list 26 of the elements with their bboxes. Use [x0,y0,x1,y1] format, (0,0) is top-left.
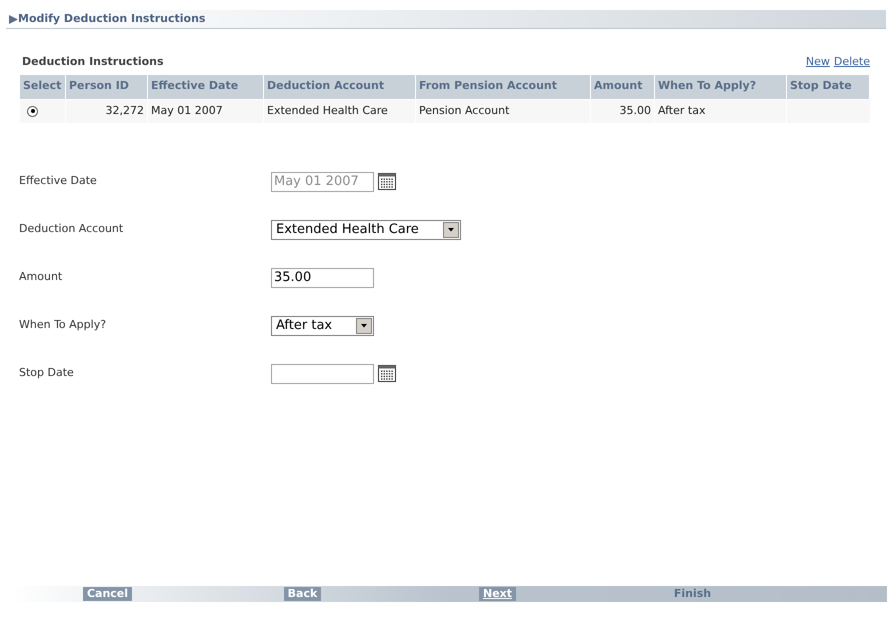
field-label: When To Apply? [18,317,108,334]
field-label: Amount [18,269,64,286]
dropdown[interactable]: After tax [271,316,374,336]
table-cell: Pension Account [416,100,591,122]
field-label: Stop Date [18,365,75,382]
table-link[interactable]: Delete [834,54,870,70]
table-cell: 32,272 [66,100,148,122]
table-cell: After tax [655,100,787,122]
table-link[interactable]: New [806,54,830,70]
dropdown[interactable]: Extended Health Care [271,220,461,240]
calendar-icon[interactable] [378,173,396,190]
radio-button[interactable] [27,106,38,116]
calendar-icon[interactable] [378,365,396,382]
date-field[interactable] [271,364,374,384]
text-field[interactable]: 35.00 [271,268,374,288]
page-title: Modify Deduction Instructions [18,10,206,27]
field-label: Deduction Account [18,221,124,238]
wizard-button[interactable]: Back [284,587,322,601]
section-title: Deduction Instructions [21,54,164,70]
table-cell: May 01 2007 [148,100,264,122]
triangle-icon [9,14,18,24]
wizard-button[interactable]: Next [478,587,516,601]
table-cell: 35.00 [591,100,655,122]
field-label: Effective Date [18,173,98,190]
wizard-button[interactable]: Cancel [82,587,132,601]
table-cell: Extended Health Care [264,100,416,122]
